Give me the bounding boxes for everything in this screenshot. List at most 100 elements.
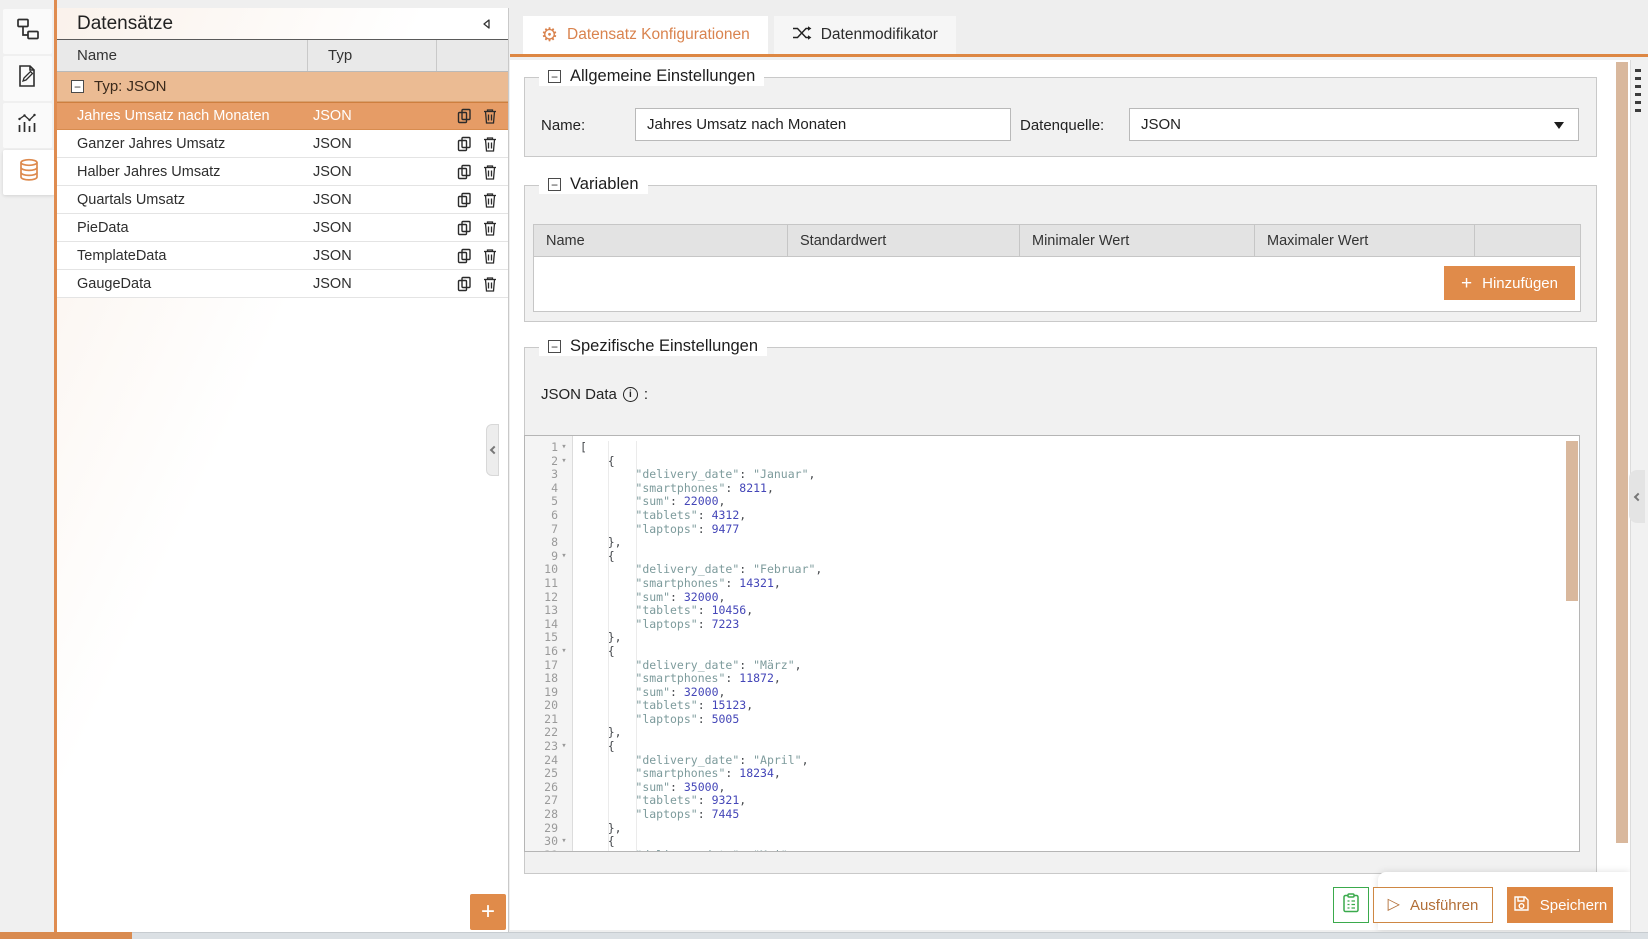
code-line[interactable]: 29 }, <box>525 822 1579 836</box>
line-number: 31 <box>544 849 558 851</box>
column-header-name[interactable]: Name <box>57 40 308 71</box>
code-line[interactable]: 20 "tablets": 15123, <box>525 699 1579 713</box>
dataset-row[interactable]: Jahres Umsatz nach MonatenJSON <box>57 102 508 130</box>
code-line[interactable]: 13 "tablets": 10456, <box>525 604 1579 618</box>
code-line[interactable]: 7 "laptops": 9477 <box>525 523 1579 537</box>
delete-icon[interactable] <box>483 248 497 264</box>
collapse-group-icon[interactable]: − <box>71 80 84 93</box>
collapse-section-icon[interactable]: − <box>548 178 561 191</box>
line-number: 12 <box>544 591 558 605</box>
code-line[interactable]: 9▾ { <box>525 550 1579 564</box>
code-line[interactable]: 28 "laptops": 7445 <box>525 808 1579 822</box>
code-line[interactable]: 22 }, <box>525 726 1579 740</box>
clipped-vertical-text <box>1635 69 1641 117</box>
code-line[interactable]: 8 }, <box>525 536 1579 550</box>
code-line[interactable]: 24 "delivery_date": "April", <box>525 754 1579 768</box>
dataset-row[interactable]: Halber Jahres UmsatzJSON <box>57 158 508 186</box>
copy-icon[interactable] <box>457 136 472 152</box>
code-line[interactable]: 4 "smartphones": 8211, <box>525 482 1579 496</box>
rail-item-datasources[interactable] <box>3 150 55 195</box>
tab-label: Datenmodifikator <box>821 26 938 44</box>
fold-caret-icon[interactable]: ▾ <box>558 835 570 849</box>
collapse-section-icon[interactable]: − <box>548 340 561 353</box>
chevron-left-icon <box>1634 492 1642 500</box>
datasets-panel-header: Datensätze <box>57 8 508 40</box>
code-line[interactable]: 5 "sum": 22000, <box>525 495 1579 509</box>
run-button[interactable]: ▷ Ausführen <box>1373 887 1493 923</box>
dataset-name-input[interactable] <box>635 108 1011 141</box>
code-line[interactable]: 23▾ { <box>525 740 1579 754</box>
rail-item-charts[interactable] <box>3 103 52 148</box>
bottom-bar <box>132 932 1648 939</box>
dataset-row[interactable]: TemplateDataJSON <box>57 242 508 270</box>
copy-icon[interactable] <box>457 164 472 180</box>
rail-item-tree-structure[interactable] <box>3 9 52 54</box>
copy-icon[interactable] <box>457 192 472 208</box>
code-line[interactable]: 12 "sum": 32000, <box>525 591 1579 605</box>
main-scrollbar-thumb[interactable] <box>1616 62 1628 843</box>
code-line[interactable]: 27 "tablets": 9321, <box>525 794 1579 808</box>
datasource-value: JSON <box>1141 116 1181 133</box>
delete-icon[interactable] <box>483 136 497 152</box>
code-line[interactable]: 11 "smartphones": 14321, <box>525 577 1579 591</box>
dataset-row[interactable]: GaugeDataJSON <box>57 270 508 298</box>
copy-icon[interactable] <box>457 220 472 236</box>
code-line[interactable]: 30▾ { <box>525 835 1579 849</box>
code-line[interactable]: 16▾ { <box>525 645 1579 659</box>
add-dataset-button[interactable]: + <box>470 894 506 930</box>
delete-icon[interactable] <box>483 220 497 236</box>
column-header-typ[interactable]: Typ <box>308 40 437 71</box>
line-number: 7 <box>551 523 558 537</box>
shuffle-icon <box>792 25 812 46</box>
save-button[interactable]: Speichern <box>1507 887 1613 923</box>
datasource-select[interactable]: JSON <box>1129 108 1579 141</box>
line-number: 23 <box>544 740 558 754</box>
copy-icon[interactable] <box>457 248 472 264</box>
info-icon[interactable]: i <box>623 387 638 402</box>
code-line[interactable]: 25 "smartphones": 18234, <box>525 767 1579 781</box>
right-panel-collapse-handle[interactable] <box>1629 470 1645 523</box>
delete-icon[interactable] <box>483 108 497 124</box>
code-line[interactable]: 17 "delivery_date": "März", <box>525 659 1579 673</box>
collapse-panel-left-icon[interactable] <box>478 15 496 33</box>
fold-caret-icon[interactable]: ▾ <box>558 441 570 455</box>
fold-caret-icon[interactable]: ▾ <box>558 455 570 469</box>
copy-icon[interactable] <box>457 276 472 292</box>
fold-caret-icon[interactable]: ▾ <box>558 740 570 754</box>
code-line[interactable]: 1▾[ <box>525 441 1579 455</box>
panel-collapse-handle[interactable] <box>486 424 499 476</box>
add-variable-button[interactable]: + Hinzufügen <box>1444 266 1575 300</box>
copy-icon[interactable] <box>457 108 472 124</box>
group-row-typ-json[interactable]: − Typ: JSON <box>57 72 508 102</box>
code-line[interactable]: 21 "laptops": 5005 <box>525 713 1579 727</box>
code-line[interactable]: 18 "smartphones": 11872, <box>525 672 1579 686</box>
code-line[interactable]: 10 "delivery_date": "Februar", <box>525 563 1579 577</box>
delete-icon[interactable] <box>483 164 497 180</box>
editor-scrollbar-thumb[interactable] <box>1566 441 1578 601</box>
tab-datensatz-konfigurationen[interactable]: ⚙ Datensatz Konfigurationen <box>523 16 768 54</box>
code-line[interactable]: 31 "delivery_date": "Mai", <box>525 849 1579 851</box>
code-line[interactable]: 19 "sum": 32000, <box>525 686 1579 700</box>
rail-item-report-editor[interactable] <box>3 56 52 101</box>
code-line[interactable]: 14 "laptops": 7223 <box>525 618 1579 632</box>
line-number: 8 <box>551 536 558 550</box>
collapse-section-icon[interactable]: − <box>548 70 561 83</box>
fold-caret-icon[interactable]: ▾ <box>558 645 570 659</box>
code-line[interactable]: 6 "tablets": 4312, <box>525 509 1579 523</box>
datasets-panel: Datensätze Name Typ − Typ: JSON Jahres U… <box>57 8 509 932</box>
code-line[interactable]: 15 }, <box>525 631 1579 645</box>
code-line[interactable]: 2▾ { <box>525 455 1579 469</box>
delete-icon[interactable] <box>483 276 497 292</box>
fold-caret-icon[interactable]: ▾ <box>558 550 570 564</box>
log-clipboard-button[interactable] <box>1333 887 1369 923</box>
code-line[interactable]: 3 "delivery_date": "Januar", <box>525 468 1579 482</box>
tab-datenmodifikator[interactable]: Datenmodifikator <box>774 16 956 54</box>
json-code-editor[interactable]: 1▾[2▾ {3 "delivery_date": "Januar",4 "sm… <box>524 435 1580 852</box>
dataset-type: JSON <box>308 214 437 241</box>
delete-icon[interactable] <box>483 192 497 208</box>
dataset-row[interactable]: PieDataJSON <box>57 214 508 242</box>
code-line[interactable]: 26 "sum": 35000, <box>525 781 1579 795</box>
dataset-row[interactable]: Quartals UmsatzJSON <box>57 186 508 214</box>
dataset-row[interactable]: Ganzer Jahres UmsatzJSON <box>57 130 508 158</box>
editor-code-lines[interactable]: 1▾[2▾ {3 "delivery_date": "Januar",4 "sm… <box>525 436 1579 851</box>
